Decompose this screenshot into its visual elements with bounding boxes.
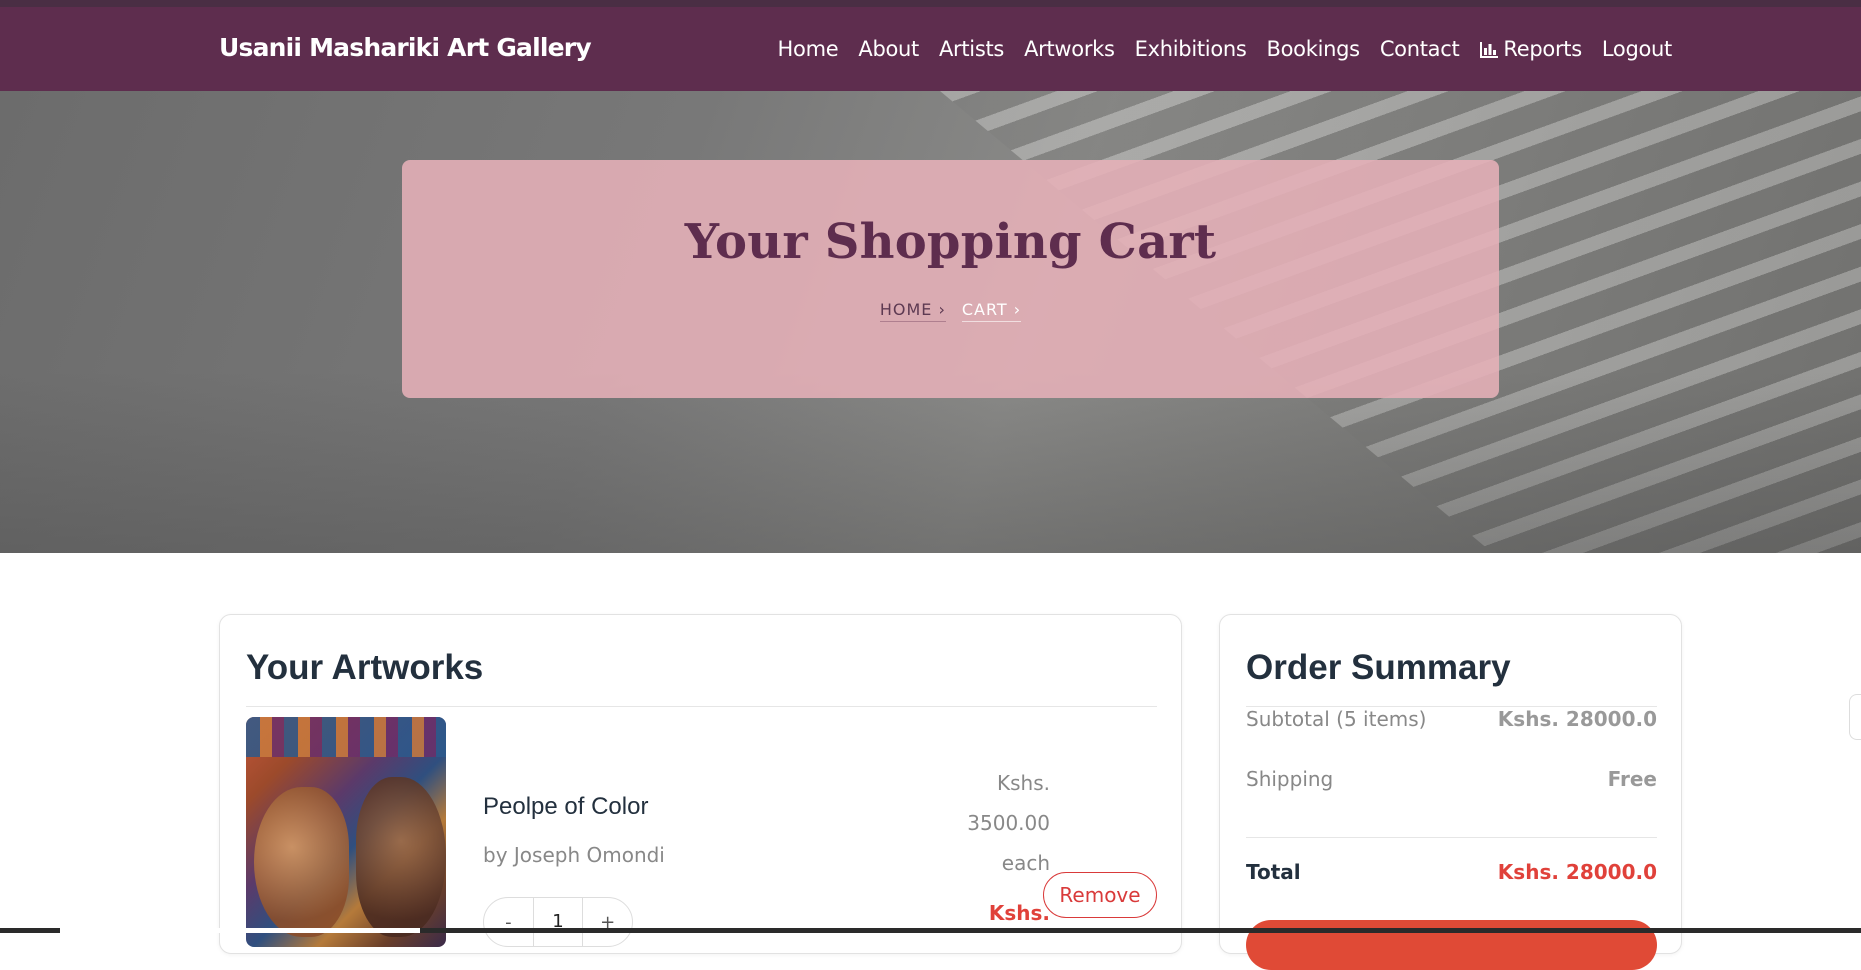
- nav-artworks[interactable]: Artworks: [1024, 37, 1115, 61]
- quantity-stepper: - 1 +: [483, 897, 633, 947]
- subtotal-value: Kshs. 28000.0: [1497, 707, 1657, 731]
- order-summary-card: Order Summary Subtotal (5 items) Kshs. 2…: [1219, 614, 1682, 970]
- quantity-input[interactable]: 1: [532, 898, 584, 946]
- nav-about[interactable]: About: [858, 37, 919, 61]
- artworks-card: Your Artworks Peolpe of Color by Joseph …: [219, 614, 1182, 954]
- nav-bookings[interactable]: Bookings: [1267, 37, 1361, 61]
- total-value: Kshs. 28000.0: [1497, 860, 1657, 884]
- unit-price-suffix: each: [1001, 851, 1050, 875]
- order-summary-title: Order Summary: [1246, 648, 1511, 687]
- nav-reports-label: Reports: [1503, 37, 1582, 61]
- subtotal-label: Subtotal (5 items): [1246, 707, 1427, 731]
- main-nav: Home About Artists Artworks Exhibitions …: [778, 37, 1673, 61]
- nav-home[interactable]: Home: [778, 37, 839, 61]
- unit-price: Kshs. 3500.00 each: [940, 763, 1050, 883]
- unit-price-amount: 3500.00: [967, 811, 1050, 835]
- nav-reports[interactable]: Reports: [1479, 37, 1582, 61]
- subtotal-row: Subtotal (5 items) Kshs. 28000.0: [1246, 707, 1657, 731]
- line-total: Kshs.: [988, 901, 1050, 925]
- nav-exhibitions[interactable]: Exhibitions: [1135, 37, 1247, 61]
- brand-logo[interactable]: Usanii Mashariki Art Gallery: [219, 33, 592, 62]
- nav-artists[interactable]: Artists: [939, 37, 1004, 61]
- artworks-title: Your Artworks: [246, 648, 484, 687]
- nav-contact[interactable]: Contact: [1380, 37, 1460, 61]
- divider: [246, 706, 1157, 707]
- shipping-value: Free: [1607, 767, 1657, 791]
- artwork-name[interactable]: Peolpe of Color: [483, 793, 648, 821]
- breadcrumb-home[interactable]: HOME ›: [879, 300, 946, 322]
- wall-shadow: [0, 371, 1861, 553]
- shipping-label: Shipping: [1246, 767, 1334, 791]
- breadcrumb: HOME › CART ›: [402, 300, 1499, 322]
- page-title: Your Shopping Cart: [684, 214, 1217, 270]
- divider: [1246, 837, 1657, 838]
- bar-chart-icon: [1480, 42, 1499, 58]
- top-strip: [0, 0, 1861, 7]
- hero-title-card: Your Shopping Cart HOME › CART ›: [402, 160, 1499, 398]
- unit-price-currency: Kshs.: [997, 771, 1050, 795]
- side-tab[interactable]: [1849, 694, 1861, 740]
- remove-button[interactable]: Remove: [1043, 872, 1157, 918]
- nav-logout[interactable]: Logout: [1602, 37, 1672, 61]
- breadcrumb-cart[interactable]: CART ›: [961, 300, 1022, 322]
- navbar: Usanii Mashariki Art Gallery Home About …: [0, 7, 1861, 91]
- artwork-artist: by Joseph Omondi: [483, 843, 665, 867]
- bottom-bar: [0, 928, 1861, 933]
- shipping-row: Shipping Free: [1246, 767, 1657, 791]
- total-label: Total: [1246, 860, 1301, 884]
- total-row: Total Kshs. 28000.0: [1246, 860, 1657, 884]
- artwork-thumbnail[interactable]: [246, 717, 446, 947]
- hero-banner: Your Shopping Cart HOME › CART ›: [0, 91, 1861, 553]
